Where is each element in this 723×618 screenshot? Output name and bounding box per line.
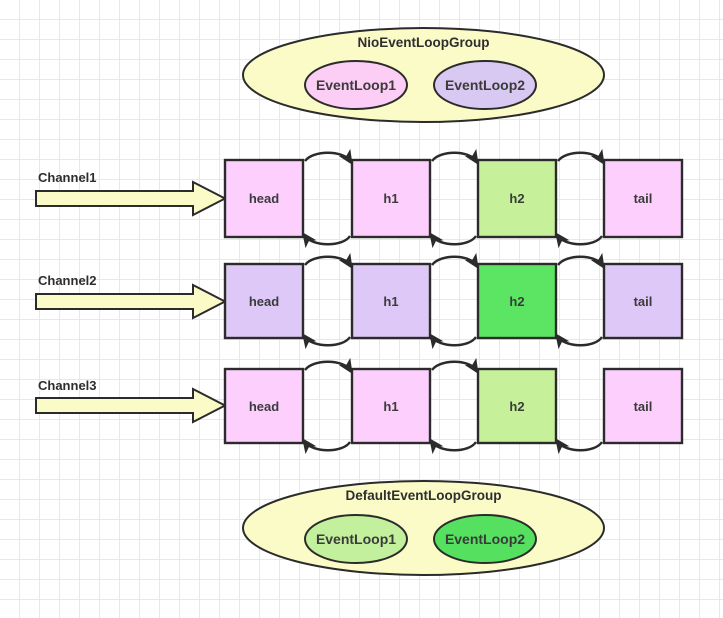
channel-2-connector-h2-tail-inbound xyxy=(555,333,604,350)
channel-3-handler-head[interactable] xyxy=(223,367,305,445)
channel-3-connector-h1-h2-outbound xyxy=(431,357,479,375)
channel-2-handler-h2[interactable] xyxy=(476,262,558,340)
channel-3-label: Channel3 xyxy=(38,378,97,393)
channel-3-handler-h1[interactable] xyxy=(350,367,432,445)
channel-1-handler-h1[interactable] xyxy=(350,158,432,239)
bottom-group-ellipse xyxy=(242,480,605,576)
channel-1-connector-head-h1-inbound xyxy=(302,232,352,249)
channel-1-handler-head[interactable] xyxy=(223,158,305,239)
channel-1-connector-h1-h2-outbound xyxy=(431,148,479,166)
top-event-loop-group-shape xyxy=(242,27,605,123)
channel-2-connector-head-h1-outbound xyxy=(304,252,353,270)
top-event-loop-2-ellipse[interactable] xyxy=(433,60,537,110)
channel-2-connector-h1-h2-outbound xyxy=(431,252,479,270)
channel-1-connector-head-h1-outbound xyxy=(304,148,353,166)
channel-3-connector-head-h1-inbound xyxy=(302,438,352,455)
channel-1-connector-h2-tail-inbound xyxy=(555,232,604,249)
channel-2-inbound-arrow xyxy=(35,283,228,320)
channel-1-handler-h2[interactable] xyxy=(476,158,558,239)
channel-1-connector-h2-tail-outbound xyxy=(557,148,605,166)
channel-1-handler-tail[interactable] xyxy=(602,158,684,239)
diagram-svg xyxy=(35,27,684,576)
channel-2-connector-head-h1-inbound xyxy=(302,333,352,350)
channel-3-handler-h2[interactable] xyxy=(476,367,558,445)
bottom-event-loop-2-ellipse[interactable] xyxy=(433,514,537,564)
top-event-loop-1-ellipse[interactable] xyxy=(304,60,408,110)
diagram-canvas: NioEventLoopGroup EventLoop1 EventLoop2 … xyxy=(0,0,723,618)
channel-3-handler-tail[interactable] xyxy=(602,367,684,445)
channel-2-row xyxy=(35,252,684,350)
channel-2-label: Channel2 xyxy=(38,273,97,288)
bottom-event-loop-1-ellipse[interactable] xyxy=(304,514,408,564)
channel-1-label: Channel1 xyxy=(38,170,97,185)
channel-3-connector-head-h1-outbound xyxy=(304,357,353,375)
channel-3-inbound-arrow xyxy=(35,387,228,424)
channel-2-handler-tail[interactable] xyxy=(602,262,684,340)
channel-3-connector-h1-h2-inbound xyxy=(429,438,478,455)
channel-1-inbound-arrow xyxy=(35,180,228,217)
channel-2-handler-head[interactable] xyxy=(223,262,305,340)
top-group-ellipse xyxy=(242,27,605,123)
bottom-event-loop-group-shape xyxy=(242,480,605,576)
channel-2-handler-h1[interactable] xyxy=(350,262,432,340)
channel-3-connector-h2-tail-inbound xyxy=(555,438,604,455)
channel-1-row xyxy=(35,148,684,249)
channel-1-connector-h1-h2-inbound xyxy=(429,232,478,249)
channel-3-row xyxy=(35,357,684,455)
channel-2-connector-h2-tail-outbound xyxy=(557,252,605,270)
channel-2-connector-h1-h2-inbound xyxy=(429,333,478,350)
